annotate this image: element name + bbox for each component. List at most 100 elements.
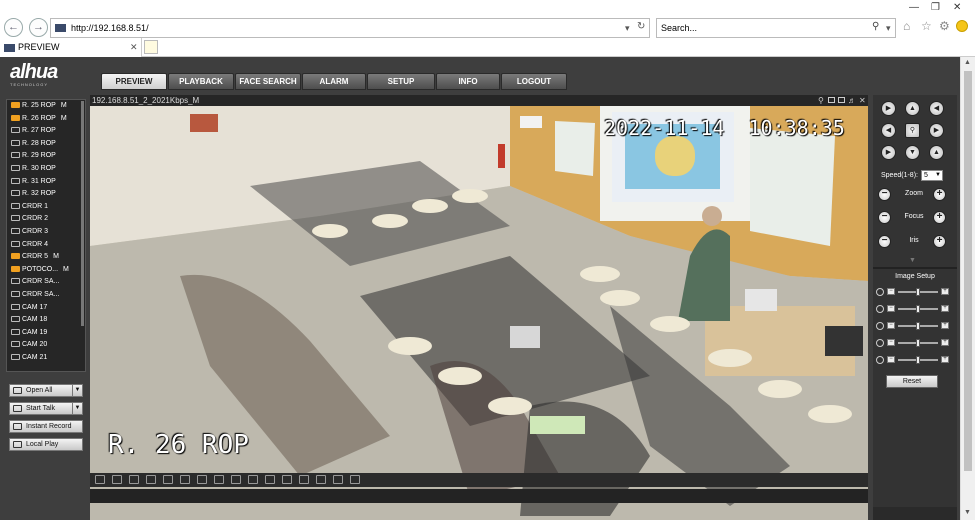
forward-button[interactable]: → [29, 18, 48, 37]
iris-open-button[interactable]: + [933, 235, 946, 248]
slider-handle[interactable] [916, 288, 920, 296]
channel-item[interactable]: CRDR SA... [7, 289, 85, 302]
ptz-up-button[interactable]: ▲ [905, 101, 920, 116]
favorites-icon[interactable]: ☆ [921, 19, 932, 33]
smiley-icon[interactable] [956, 20, 968, 32]
channel-item[interactable]: R. 27 ROP [7, 125, 85, 138]
layout-split-icon[interactable] [146, 475, 156, 484]
start-talk-button[interactable]: Start Talk ▼ [9, 402, 83, 415]
close-window-icon[interactable]: ✕ [953, 2, 961, 13]
video-close-icon[interactable]: ✕ [859, 95, 866, 106]
channel-item[interactable]: CAM 17 [7, 302, 85, 315]
slider-handle[interactable] [916, 322, 920, 330]
channel-item[interactable]: CRDR SA... [7, 276, 85, 289]
brightness-decrease-button[interactable]: − [887, 288, 895, 295]
browser-tab[interactable]: PREVIEW ✕ [0, 38, 142, 57]
panel-collapse-icon[interactable]: ▼ [909, 257, 916, 264]
video-zoom-icon[interactable]: ⚲ [818, 95, 824, 106]
tab-alarm[interactable]: ALARM [302, 73, 366, 90]
layout-split-icon[interactable] [129, 475, 139, 484]
tab-close-icon[interactable]: ✕ [130, 38, 138, 57]
search-input[interactable]: Search... ⚲ ▾ [656, 18, 896, 38]
channel-item[interactable]: CAM 20 [7, 339, 85, 352]
channel-item[interactable]: CRDR 5 M [7, 251, 85, 264]
channel-item[interactable]: CAM 18 [7, 314, 85, 327]
video-snapshot-icon[interactable] [828, 97, 835, 103]
layout-split-icon[interactable] [180, 475, 190, 484]
slider-handle[interactable] [916, 356, 920, 364]
channel-item[interactable]: CRDR 2 [7, 213, 85, 226]
ptz-right-button[interactable]: ▶ [929, 123, 944, 138]
channel-item[interactable]: R. 30 ROP [7, 163, 85, 176]
contrast-increase-button[interactable]: + [941, 305, 949, 312]
tab-logout[interactable]: LOGOUT [501, 73, 567, 90]
channel-item[interactable]: R. 28 ROP [7, 138, 85, 151]
open-all-dropdown-icon[interactable]: ▼ [72, 385, 82, 396]
page-scrollbar[interactable]: ▲ ▼ [960, 57, 975, 520]
gain-slider[interactable] [898, 356, 938, 364]
slider-handle[interactable] [916, 339, 920, 347]
ptz-down-left-button[interactable]: ▶ [881, 145, 896, 160]
focus-near-button[interactable]: − [878, 211, 891, 224]
zoom-in-button[interactable]: + [933, 188, 946, 201]
address-dropdown-icon[interactable]: ▾ [625, 19, 630, 37]
slider-handle[interactable] [916, 305, 920, 313]
channel-item[interactable]: POTOCO... M [7, 264, 85, 277]
gain-increase-button[interactable]: + [941, 356, 949, 363]
gain-decrease-button[interactable]: − [887, 356, 895, 363]
video-audio-icon[interactable]: ♬ [848, 95, 856, 106]
tab-face-search[interactable]: FACE SEARCH [235, 73, 301, 90]
zoom-out-button[interactable]: − [878, 188, 891, 201]
channel-item[interactable]: R. 32 ROP [7, 188, 85, 201]
instant-record-button[interactable]: Instant Record [9, 420, 83, 433]
search-icon[interactable]: ⚲ [872, 18, 879, 36]
brightness-slider[interactable] [898, 288, 938, 296]
tab-preview[interactable]: PREVIEW [101, 73, 167, 90]
ptz-down-right-button[interactable]: ▲ [929, 145, 944, 160]
channel-list-scrollbar[interactable] [81, 101, 84, 326]
start-talk-dropdown-icon[interactable]: ▼ [72, 403, 82, 414]
hue-increase-button[interactable]: + [941, 339, 949, 346]
back-button[interactable]: ← [4, 18, 23, 37]
search-dropdown-icon[interactable]: ▾ [886, 19, 891, 37]
scroll-up-icon[interactable]: ▲ [964, 59, 971, 66]
settings-gear-icon[interactable]: ⚙ [939, 19, 950, 33]
layout-split-icon[interactable] [350, 475, 360, 484]
saturation-decrease-button[interactable]: − [887, 322, 895, 329]
ptz-center-button[interactable]: ⚲ [905, 123, 920, 138]
video-record-icon[interactable] [838, 97, 845, 103]
home-icon[interactable]: ⌂ [903, 19, 910, 33]
layout-split-icon[interactable] [112, 475, 122, 484]
layout-split-icon[interactable] [95, 475, 105, 484]
channel-item[interactable]: CAM 19 [7, 327, 85, 340]
layout-split-icon[interactable] [214, 475, 224, 484]
new-tab-button[interactable] [144, 40, 158, 54]
layout-split-icon[interactable] [231, 475, 241, 484]
channel-item[interactable]: CAM 21 [7, 352, 85, 365]
ptz-up-left-button[interactable]: ▶ [881, 101, 896, 116]
contrast-slider[interactable] [898, 305, 938, 313]
address-bar[interactable]: http://192.168.8.51/ ▾ ↻ [50, 18, 650, 38]
speed-select[interactable]: 5 ▼ [921, 170, 943, 181]
brightness-increase-button[interactable]: + [941, 288, 949, 295]
channel-item[interactable]: CRDR 4 [7, 239, 85, 252]
iris-close-button[interactable]: − [878, 235, 891, 248]
ptz-down-button[interactable]: ▼ [905, 145, 920, 160]
layout-split-icon[interactable] [299, 475, 309, 484]
scroll-down-icon[interactable]: ▼ [964, 509, 971, 516]
tab-playback[interactable]: PLAYBACK [168, 73, 234, 90]
hue-slider[interactable] [898, 339, 938, 347]
minimize-icon[interactable]: — [909, 2, 919, 13]
local-play-button[interactable]: Local Play [9, 438, 83, 451]
channel-item[interactable]: CRDR 1 [7, 201, 85, 214]
channel-item[interactable]: R. 25 ROP M [7, 100, 85, 113]
refresh-icon[interactable]: ↻ [637, 18, 645, 36]
saturation-increase-button[interactable]: + [941, 322, 949, 329]
layout-split-icon[interactable] [197, 475, 207, 484]
ptz-left-button[interactable]: ◀ [881, 123, 896, 138]
tab-setup[interactable]: SETUP [367, 73, 435, 90]
hue-decrease-button[interactable]: − [887, 339, 895, 346]
saturation-slider[interactable] [898, 322, 938, 330]
ptz-up-right-button[interactable]: ◀ [929, 101, 944, 116]
reset-button[interactable]: Reset [886, 375, 938, 388]
